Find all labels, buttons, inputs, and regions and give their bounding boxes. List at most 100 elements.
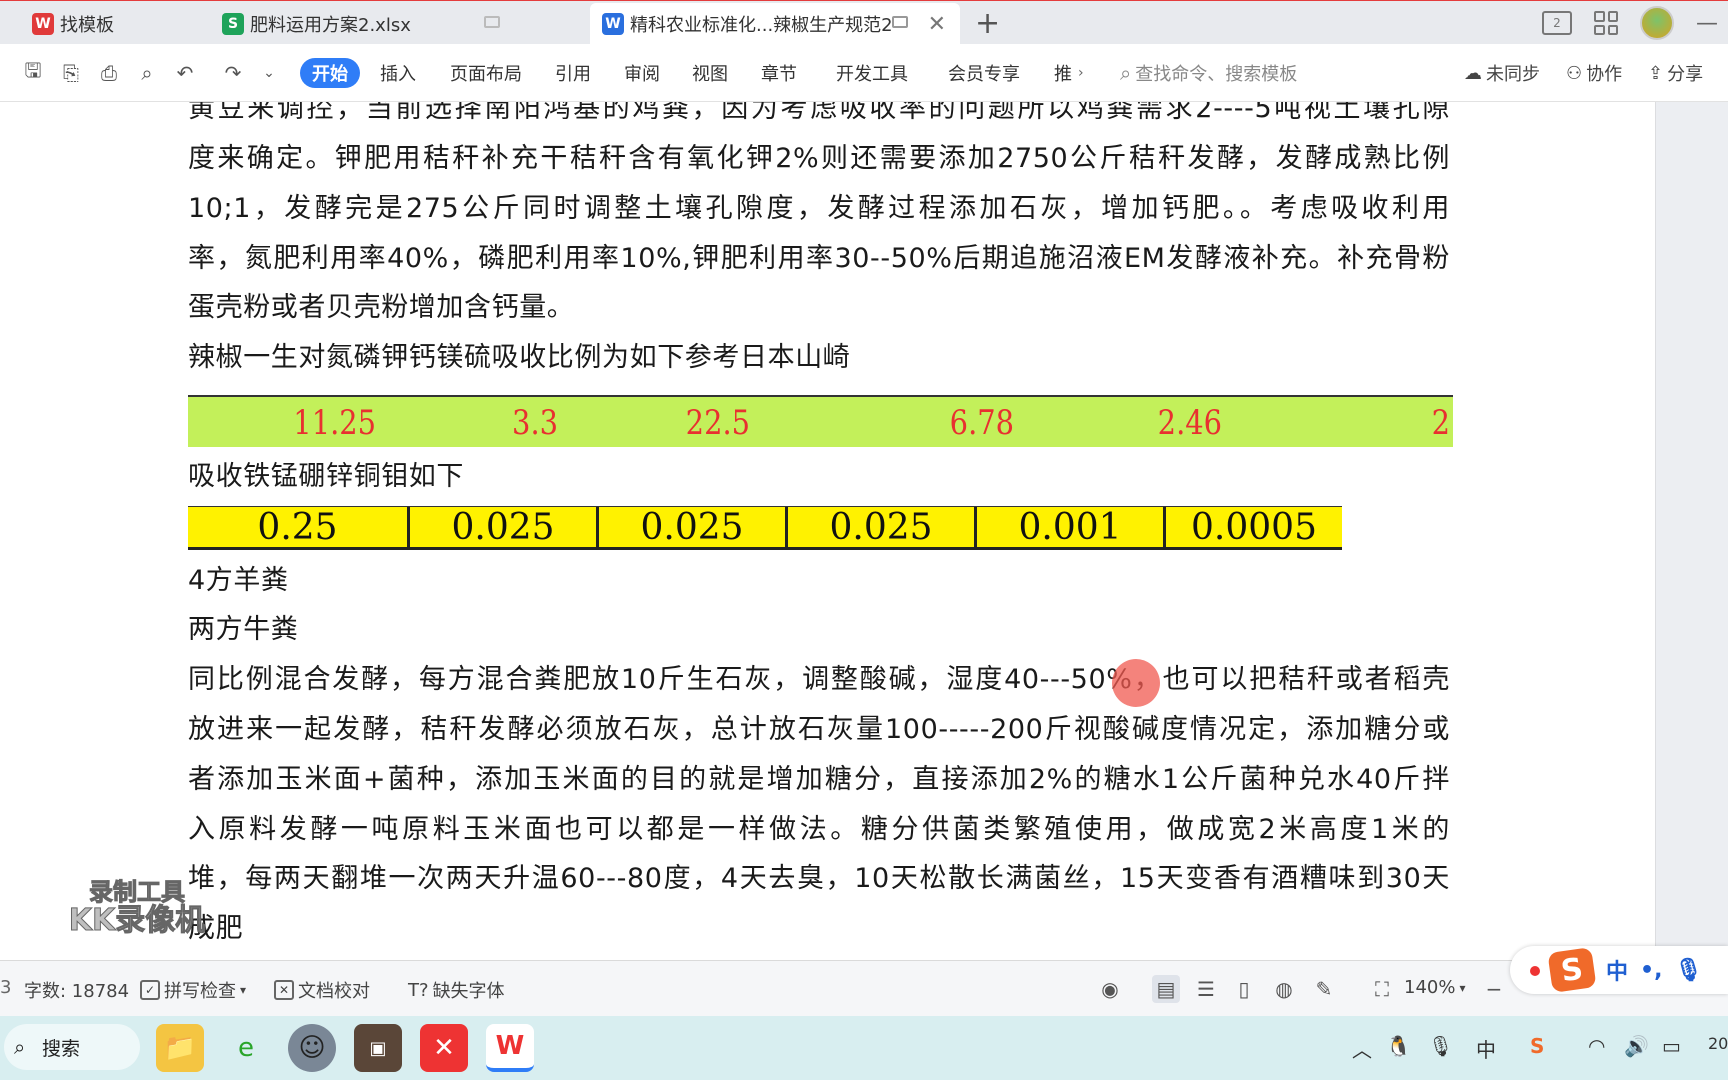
missing-font-icon: T? bbox=[408, 979, 429, 1001]
recording-dot-icon bbox=[1530, 966, 1540, 976]
zoom-out-icon[interactable]: − bbox=[1480, 975, 1508, 1003]
print-preview-icon[interactable]: ⌕ bbox=[134, 60, 160, 86]
spell-check-label: 拼写检查 bbox=[164, 981, 236, 1002]
tab-page-layout[interactable]: 页面布局 bbox=[450, 58, 522, 88]
recorder-app-icon[interactable]: ▣ bbox=[354, 1024, 402, 1072]
page-view-icon[interactable]: ▤ bbox=[1152, 975, 1180, 1003]
paragraph-line: 蛋壳粉或者贝壳粉增加含钙量。 bbox=[188, 292, 575, 323]
input-language[interactable]: 中 bbox=[1476, 1034, 1496, 1063]
microphone-icon[interactable]: 🎙 bbox=[1428, 1034, 1453, 1058]
ime-toolbar[interactable]: S 中 •, 🎙 bbox=[1510, 946, 1728, 994]
tray-expand-icon[interactable]: ︿ bbox=[1352, 1034, 1372, 1063]
window-switch-icon[interactable]: 2 bbox=[1542, 11, 1572, 35]
paragraph-line: 堆，每两天翻堆一次两天升温60---80度，4天去臭，10天松散长满菌丝，15天… bbox=[188, 863, 1450, 894]
spreadsheet-icon: S bbox=[222, 13, 244, 35]
browser-icon[interactable]: e bbox=[222, 1024, 270, 1072]
sogou-ime-icon[interactable]: S bbox=[1547, 947, 1597, 993]
watermark-line: 录制工具 bbox=[89, 878, 186, 906]
wps-writer-taskbar-icon[interactable]: W bbox=[486, 1024, 534, 1072]
share-icon: ⇪ bbox=[1648, 62, 1664, 84]
cloud-icon: ☁ bbox=[1464, 62, 1482, 84]
tab-chapter[interactable]: 章节 bbox=[761, 58, 797, 88]
sheep-manure-line: 4方羊粪 bbox=[188, 565, 289, 596]
export-icon[interactable]: ⎘ bbox=[58, 60, 84, 86]
search-icon: ⌕ bbox=[1120, 61, 1132, 85]
user-app-icon[interactable]: ☺ bbox=[288, 1024, 336, 1072]
collab-button[interactable]: ⚇ 协作 bbox=[1566, 58, 1622, 88]
app-grid-icon[interactable] bbox=[1594, 11, 1618, 35]
watermark-line: KK录像机 bbox=[68, 903, 206, 939]
table-cell: 2 bbox=[1431, 403, 1451, 443]
paragraph-line: 入原料发酵一吨原料玉米面也可以都是一样做法。糖分供菌类繁殖使用，做成宽2米高度1… bbox=[188, 814, 1450, 845]
volume-icon[interactable]: 🔊 bbox=[1624, 1034, 1649, 1058]
wps-tool-icon[interactable]: ✕ bbox=[420, 1024, 468, 1072]
proofread-button[interactable]: ✕ 文档校对 bbox=[274, 977, 370, 1003]
write-mode-icon[interactable]: ✎ bbox=[1310, 975, 1338, 1003]
cow-manure-line: 两方牛粪 bbox=[188, 614, 299, 645]
fit-page-icon[interactable]: ⛶ bbox=[1368, 975, 1396, 1003]
eye-protection-icon[interactable]: ◉ bbox=[1096, 975, 1124, 1003]
tab-find-template[interactable]: W 找模板 bbox=[20, 3, 200, 45]
micro-nutrient-heading: 吸收铁锰硼锌铜钼如下 bbox=[188, 461, 464, 492]
taskbar-search-label: 搜索 bbox=[42, 1037, 81, 1060]
missing-font-label: 缺失字体 bbox=[432, 981, 505, 1002]
tab-developer[interactable]: 开发工具 bbox=[836, 58, 908, 88]
wifi-icon[interactable]: ◠ bbox=[1588, 1034, 1605, 1058]
undo-icon[interactable]: ↶ bbox=[172, 60, 198, 86]
ime-language[interactable]: 中 bbox=[1606, 954, 1628, 986]
taskbar-search[interactable]: ⌕ 搜索 bbox=[4, 1024, 140, 1070]
customize-chevron-icon[interactable]: ⌄ bbox=[256, 60, 282, 86]
minimize-icon[interactable]: — bbox=[1696, 11, 1718, 36]
outline-view-icon[interactable]: ☰ bbox=[1192, 975, 1220, 1003]
ribbon-more-chevron-icon[interactable]: › bbox=[1078, 58, 1084, 88]
web-view-icon[interactable]: ◍ bbox=[1270, 975, 1298, 1003]
tab-references[interactable]: 引用 bbox=[555, 58, 591, 88]
paragraph-line: 黄豆来调控，当前选择南阳鸿基的鸡粪，因为考虑吸收率的问题所以鸡粪需求2----5… bbox=[188, 102, 1450, 124]
table-cell: 22.5 bbox=[685, 403, 751, 443]
punctuation-mode-icon[interactable]: •, bbox=[1640, 958, 1662, 983]
window-preview-icon[interactable] bbox=[484, 16, 500, 28]
avatar[interactable] bbox=[1640, 6, 1674, 40]
clock[interactable]: 20 bbox=[1708, 1034, 1728, 1053]
tab-start[interactable]: 开始 bbox=[300, 58, 360, 88]
new-tab-button[interactable]: + bbox=[975, 6, 1000, 41]
tab-member[interactable]: 会员专享 bbox=[948, 58, 1020, 88]
taskbar: ⌕ 搜索 📁 e ☺ ▣ ✕ W ︿ 🐧 🎙 中 S ◠ 🔊 ▭ 20 bbox=[0, 1016, 1728, 1080]
window-preview-icon[interactable] bbox=[892, 16, 908, 28]
command-search[interactable]: ⌕ 查找命令、搜索模板 bbox=[1120, 58, 1297, 88]
share-button[interactable]: ⇪ 分享 bbox=[1648, 58, 1703, 88]
ribbon-toolbar: 🖫 ⎘ ⎙ ⌕ ↶ ↷ ⌄ 开始 插入 页面布局 引用 审阅 视图 章节 开发工… bbox=[0, 44, 1728, 102]
tab-recommend[interactable]: 推 bbox=[1054, 58, 1072, 88]
paragraph-line: 放进来一起发酵，秸秆发酵必须放石灰，总计放石灰量100-----200斤视酸碱度… bbox=[188, 714, 1450, 745]
document-canvas[interactable]: 黄豆来调控，当前选择南阳鸿基的鸡粪，因为考虑吸收率的问题所以鸡粪需求2----5… bbox=[0, 102, 1728, 960]
tab-spreadsheet[interactable]: S 肥料运用方案2.xlsx bbox=[210, 3, 570, 45]
wps-template-icon: W bbox=[32, 13, 54, 35]
tab-active-document[interactable]: W 精科农业标准化...辣椒生产规范2 ✕ bbox=[590, 3, 960, 45]
zoom-level[interactable]: 140% ▾ bbox=[1404, 977, 1466, 998]
save-icon[interactable]: 🖫 bbox=[20, 58, 46, 86]
macro-nutrient-table[interactable]: 11.25 3.3 22.5 6.78 2.46 2 bbox=[188, 395, 1453, 447]
sogou-tray-icon[interactable]: S bbox=[1530, 1034, 1544, 1058]
microphone-icon[interactable]: 🎙 bbox=[1674, 958, 1702, 983]
micro-nutrient-table[interactable]: 0.25 0.025 0.025 0.025 0.001 0.0005 bbox=[188, 506, 1342, 550]
reading-view-icon[interactable]: ▯ bbox=[1230, 975, 1258, 1003]
tab-view[interactable]: 视图 bbox=[692, 58, 728, 88]
spell-check-button[interactable]: ✓ 拼写检查 ▾ bbox=[140, 977, 246, 1003]
redo-icon[interactable]: ↷ bbox=[220, 60, 246, 86]
tab-review[interactable]: 审阅 bbox=[624, 58, 660, 88]
battery-icon[interactable]: ▭ bbox=[1662, 1034, 1681, 1058]
qq-icon[interactable]: 🐧 bbox=[1386, 1034, 1411, 1058]
missing-font-button[interactable]: T? 缺失字体 bbox=[408, 977, 505, 1003]
file-explorer-icon[interactable]: 📁 bbox=[156, 1024, 204, 1072]
word-count[interactable]: 字数: 18784 bbox=[24, 977, 129, 1003]
print-icon[interactable]: ⎙ bbox=[96, 60, 122, 86]
sync-button[interactable]: ☁ 未同步 bbox=[1464, 58, 1540, 88]
window-controls: 2 — bbox=[1542, 1, 1728, 45]
document-side-gutter bbox=[1655, 102, 1728, 960]
close-icon[interactable]: ✕ bbox=[928, 12, 946, 37]
collab-user-icon: ⚇ bbox=[1566, 62, 1583, 84]
tab-label: 精科农业标准化...辣椒生产规范2 bbox=[630, 15, 893, 36]
chevron-down-icon: ▾ bbox=[240, 983, 247, 997]
tab-insert[interactable]: 插入 bbox=[380, 58, 416, 88]
paragraph-line: 度来确定。钾肥用秸秆补充干秸秆含有氧化钾2%则还需要添加2750公斤秸秆发酵，发… bbox=[188, 143, 1450, 174]
